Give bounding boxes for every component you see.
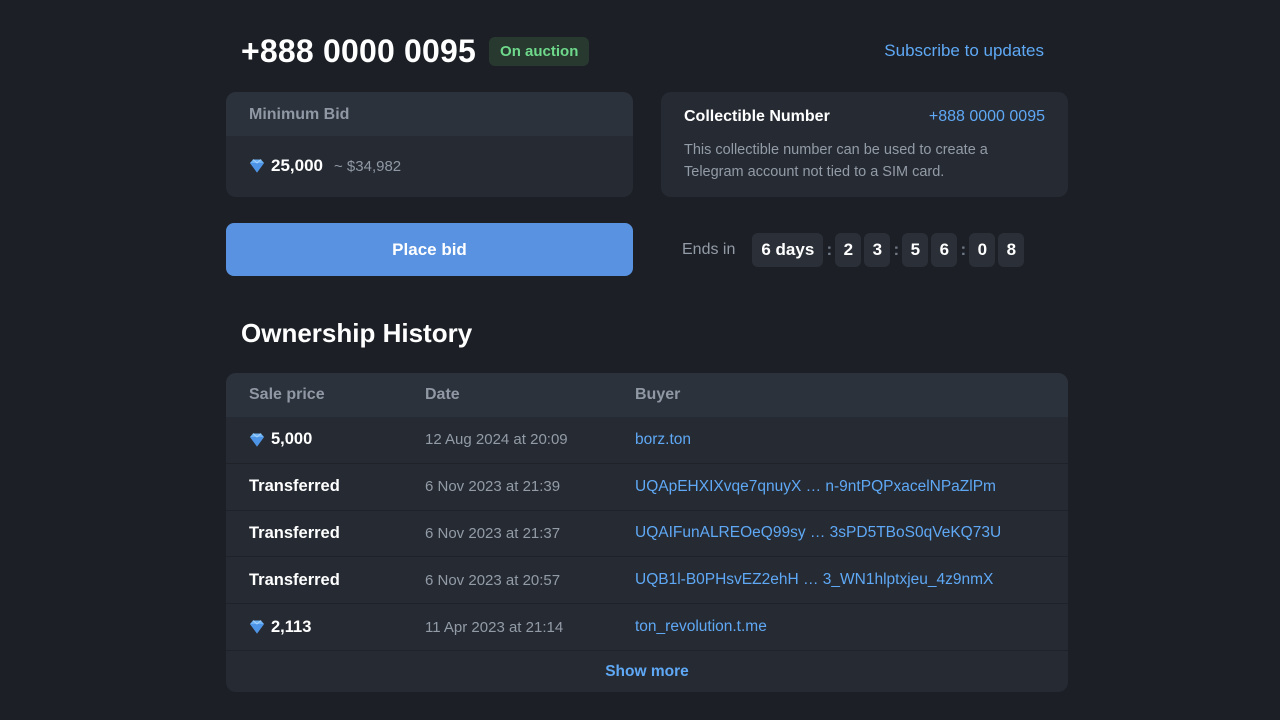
buyer-link[interactable]: UQB1l-B0PHsvEZ2ehH … 3_WN1hlptxjeu_4z9nm… bbox=[635, 571, 993, 588]
table-row: Transferred 6 Nov 2023 at 20:57 UQB1l-B0… bbox=[226, 557, 1068, 605]
ton-diamond-icon bbox=[249, 620, 265, 634]
sale-date: 6 Nov 2023 at 21:39 bbox=[425, 478, 561, 496]
sale-date: 11 Apr 2023 at 21:14 bbox=[425, 618, 564, 636]
countdown-separator: : bbox=[960, 240, 967, 259]
countdown-minutes-tens: 5 bbox=[902, 233, 929, 267]
place-bid-button[interactable]: Place bid bbox=[226, 223, 633, 276]
sale-price-cell: Transferred bbox=[226, 571, 425, 590]
header: +888 0000 0095 On auction Subscribe to u… bbox=[241, 30, 1044, 72]
ownership-history-title: Ownership History bbox=[241, 318, 473, 348]
minimum-bid-row: 25,000 ~ $34,982 bbox=[226, 136, 633, 196]
sale-price: Transferred bbox=[249, 570, 340, 589]
column-sale-price: Sale price bbox=[249, 386, 325, 403]
ownership-history-table: Sale price Date Buyer 5,000 12 Aug 2024 … bbox=[226, 373, 1068, 692]
auction-countdown: Ends in 6 days : 2 3 : 5 6 : 0 8 bbox=[682, 233, 1025, 267]
table-header: Sale price Date Buyer bbox=[226, 373, 1068, 417]
collectible-description: This collectible number can be used to c… bbox=[684, 142, 988, 180]
buyer-link[interactable]: borz.ton bbox=[635, 431, 691, 448]
sale-date: 6 Nov 2023 at 20:57 bbox=[425, 571, 561, 589]
ton-diamond-icon bbox=[249, 433, 265, 447]
column-buyer: Buyer bbox=[635, 386, 681, 403]
collectible-number-link[interactable]: +888 0000 0095 bbox=[929, 108, 1045, 126]
table-row: 5,000 12 Aug 2024 at 20:09 borz.ton bbox=[226, 417, 1068, 464]
table-row: 2,113 11 Apr 2023 at 21:14 ton_revolutio… bbox=[226, 604, 1068, 651]
subscribe-link[interactable]: Subscribe to updates bbox=[884, 41, 1044, 61]
collectible-title: Collectible Number bbox=[684, 108, 830, 125]
sale-price: 5,000 bbox=[271, 430, 313, 449]
column-date: Date bbox=[425, 386, 460, 403]
countdown-hours-tens: 2 bbox=[835, 233, 862, 267]
minimum-bid-label: Minimum Bid bbox=[226, 92, 633, 136]
collectible-info-card: Collectible Number +888 0000 0095 This c… bbox=[661, 92, 1068, 197]
minimum-bid-amount: 25,000 bbox=[271, 156, 323, 175]
table-row: Transferred 6 Nov 2023 at 21:39 UQApEHXI… bbox=[226, 464, 1068, 511]
sale-price-cell: Transferred bbox=[226, 524, 425, 543]
page-title: +888 0000 0095 bbox=[241, 32, 477, 69]
minimum-bid-usd: ~ $34,982 bbox=[334, 157, 402, 175]
table-row: Transferred 6 Nov 2023 at 21:37 UQAIFunA… bbox=[226, 511, 1068, 558]
ton-diamond-icon bbox=[249, 159, 265, 173]
countdown-seconds-tens: 0 bbox=[969, 233, 996, 267]
sale-price: 2,113 bbox=[271, 617, 312, 636]
page: +888 0000 0095 On auction Subscribe to u… bbox=[0, 0, 1280, 720]
collectible-info-header: Collectible Number +888 0000 0095 bbox=[684, 108, 1045, 126]
show-more-row: Show more bbox=[226, 651, 1068, 692]
buyer-link[interactable]: UQAIFunALREOeQ99sy … 3sPD5TBoS0qVeKQ73U bbox=[635, 524, 1001, 541]
countdown-days: 6 days bbox=[752, 233, 824, 267]
countdown-seconds-ones: 8 bbox=[998, 233, 1025, 267]
sale-price-cell: 2,113 bbox=[226, 618, 425, 637]
countdown-minutes-ones: 6 bbox=[931, 233, 958, 267]
status-badge: On auction bbox=[489, 36, 590, 66]
countdown-hours-ones: 3 bbox=[864, 233, 891, 267]
sale-date: 12 Aug 2024 at 20:09 bbox=[425, 431, 568, 449]
sale-price: Transferred bbox=[249, 477, 340, 496]
show-more-button[interactable]: Show more bbox=[605, 663, 689, 681]
countdown-separator: : bbox=[893, 240, 900, 259]
sale-price-cell: Transferred bbox=[226, 477, 425, 496]
countdown-separator: : bbox=[826, 240, 833, 259]
sale-date: 6 Nov 2023 at 21:37 bbox=[425, 524, 561, 542]
buyer-link[interactable]: ton_revolution.t.me bbox=[635, 618, 767, 635]
sale-price-cell: 5,000 bbox=[226, 430, 425, 449]
buyer-link[interactable]: UQApEHXIXvqe7qnuyX … n-9ntPQPxacelNPaZlP… bbox=[635, 478, 996, 495]
ends-in-label: Ends in bbox=[682, 241, 736, 258]
sale-price: Transferred bbox=[249, 523, 340, 542]
minimum-bid-card: Minimum Bid 25,000 ~ $34,982 bbox=[226, 92, 633, 197]
